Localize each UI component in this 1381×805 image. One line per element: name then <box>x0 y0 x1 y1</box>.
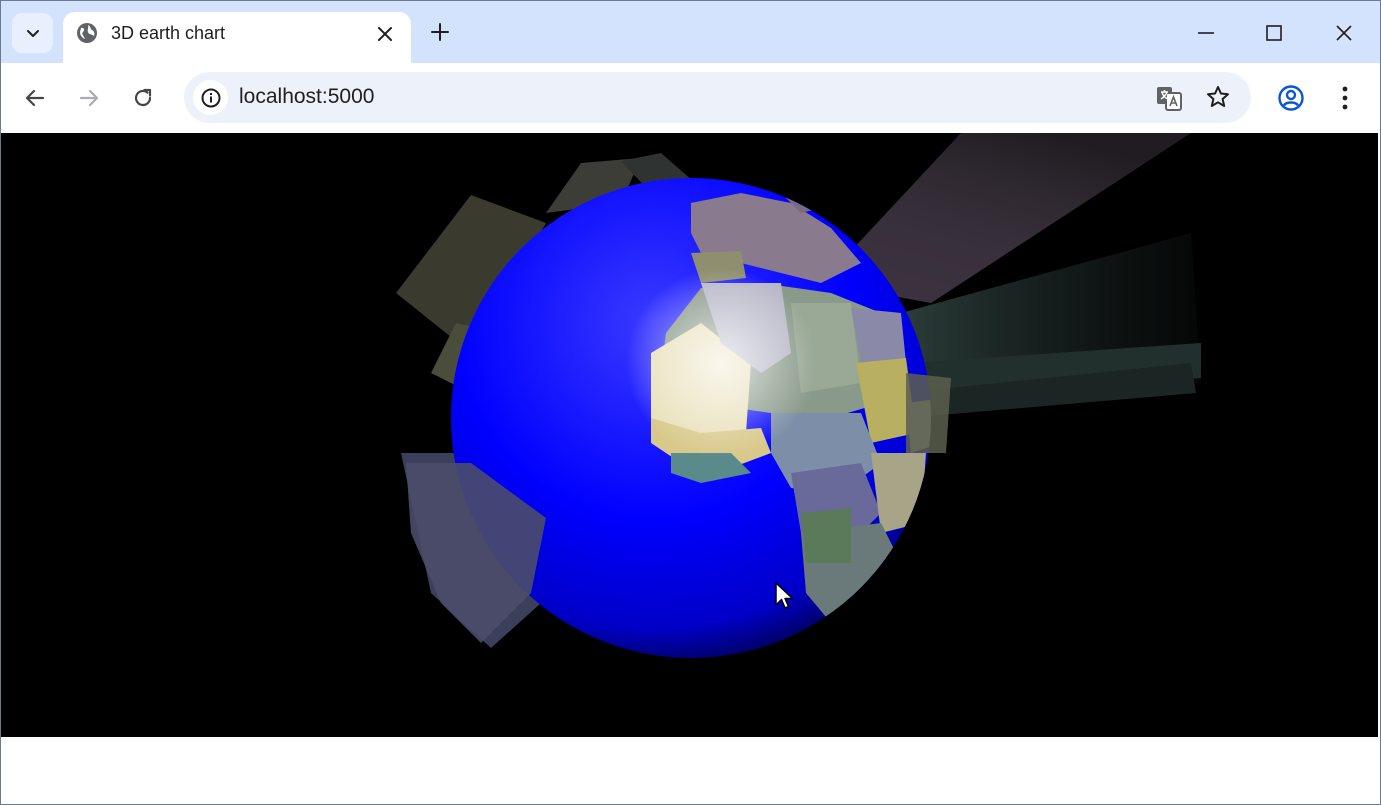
light-highlight <box>626 268 816 458</box>
arrow-left-icon[interactable] <box>22 85 48 111</box>
globe-icon <box>77 23 97 43</box>
tab-active[interactable]: 3D earth chart <box>63 12 411 63</box>
bar-arabia <box>906 373 951 453</box>
translate-icon[interactable] <box>1155 84 1183 112</box>
plus-icon[interactable] <box>429 21 451 43</box>
chart-canvas[interactable] <box>1 133 1378 737</box>
url-text[interactable]: localhost:5000 <box>239 85 374 109</box>
reload-icon[interactable] <box>130 85 156 111</box>
tab-title: 3D earth chart <box>111 23 226 43</box>
address-bar[interactable]: localhost:5000 <box>184 72 1251 123</box>
info-icon <box>201 88 220 107</box>
close-icon[interactable] <box>375 24 395 44</box>
mouse-cursor-icon <box>775 582 794 609</box>
minimize-icon[interactable] <box>1194 21 1218 45</box>
kebab-menu-icon[interactable] <box>1332 84 1358 112</box>
arrow-right-icon[interactable] <box>76 85 102 111</box>
chevron-down-icon <box>26 30 39 37</box>
close-window-icon[interactable] <box>1332 21 1356 45</box>
site-info-button[interactable] <box>193 80 228 115</box>
tab-search-button[interactable] <box>12 13 53 53</box>
browser-toolbar: localhost:5000 <box>1 63 1380 133</box>
earth-globe-chart[interactable] <box>1 133 1378 737</box>
country-angola <box>801 508 851 563</box>
maximize-icon[interactable] <box>1262 21 1286 45</box>
tab-strip: 3D earth chart <box>1 1 1380 63</box>
star-icon[interactable] <box>1205 84 1231 110</box>
profile-icon[interactable] <box>1277 84 1305 112</box>
browser-window: 3D earth chart localhost:5000 <box>0 0 1381 805</box>
